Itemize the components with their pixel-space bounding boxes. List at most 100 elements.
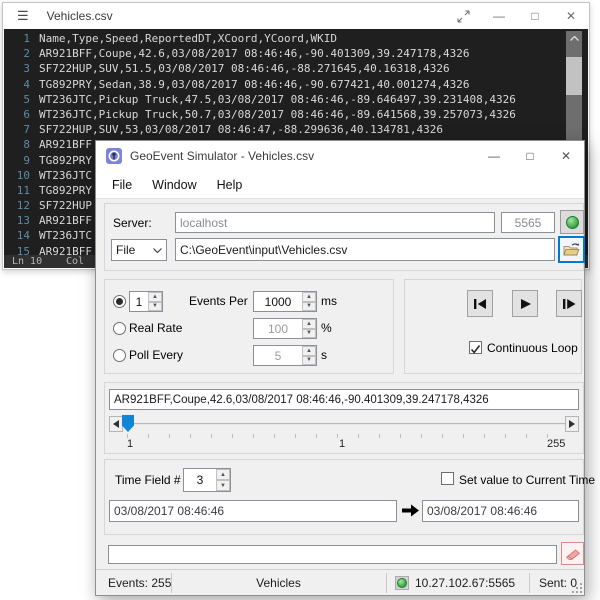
file-path-input[interactable]: C:\GeoEvent\input\Vehicles.csv <box>175 238 555 261</box>
menu-help[interactable]: Help <box>207 171 253 198</box>
events-count-spinner[interactable]: 1 ▲▼ <box>129 291 163 312</box>
spin-down-icon[interactable]: ▼ <box>302 302 316 312</box>
sim-window-controls: — □ ✕ <box>476 141 584 171</box>
server-label: Server: <box>113 216 152 230</box>
spin-down-icon: ▼ <box>302 356 316 366</box>
event-slider-thumb[interactable] <box>122 415 134 432</box>
spin-down-icon[interactable]: ▼ <box>148 302 162 312</box>
editor-window-controls: — □ ✕ <box>445 3 589 29</box>
continuous-loop-checkbox[interactable] <box>469 341 482 354</box>
arrow-right-icon <box>569 420 575 428</box>
play-icon <box>519 298 532 310</box>
geoevent-app-icon <box>106 148 122 164</box>
close-button[interactable]: ✕ <box>548 141 584 171</box>
skip-to-start-icon <box>473 298 487 310</box>
editor-titlebar: ☰ Vehicles.csv — □ ✕ <box>3 3 589 29</box>
event-slider-track[interactable] <box>124 423 565 425</box>
events-per-radio[interactable] <box>113 295 126 308</box>
connection-status-icon <box>566 216 579 229</box>
poll-every-label: Poll Every <box>129 348 183 362</box>
expand-icon[interactable] <box>445 3 481 29</box>
scrollbar-up-icon[interactable] <box>566 31 582 46</box>
desktop: ☰ Vehicles.csv — □ ✕ 1Name,Type,Speed,Re… <box>0 0 600 600</box>
spin-up-icon[interactable]: ▲ <box>148 292 162 302</box>
server-host-input[interactable]: localhost <box>175 212 495 233</box>
arrow-right-icon <box>401 504 420 517</box>
connection-groupbox: Server: localhost 5565 File C:\GeoEvent\… <box>104 203 584 271</box>
menu-file[interactable]: File <box>102 171 142 198</box>
line-indicator: Ln 10 <box>12 255 42 268</box>
editor-title: Vehicles.csv <box>47 9 113 23</box>
code-line: 6WT236JTC,Pickup Truck,50.7,03/08/2017 0… <box>4 107 588 122</box>
checkmark-icon <box>470 344 481 355</box>
step-button[interactable] <box>556 290 582 317</box>
interval-spinner[interactable]: 1000 ▲▼ <box>253 291 317 312</box>
time-field-spinner[interactable]: 3 ▲▼ <box>183 468 231 492</box>
step-forward-icon <box>562 298 576 310</box>
code-line: 7SF722HUP,SUV,53,03/08/2017 08:46:47,-88… <box>4 122 588 137</box>
column-indicator: Col <box>66 255 84 268</box>
spin-up-icon[interactable]: ▲ <box>216 469 230 480</box>
slider-max-label: 255 <box>547 438 565 450</box>
events-per-label: Events Per <box>189 294 248 308</box>
close-button[interactable]: ✕ <box>553 3 589 29</box>
current-time-checkbox[interactable] <box>441 472 454 485</box>
browse-file-button[interactable] <box>558 236 585 263</box>
slider-current-label: 1 <box>339 438 345 450</box>
time-from-field[interactable]: 03/08/2017 08:46:46 <box>109 500 397 522</box>
spin-up-icon[interactable]: ▲ <box>302 292 316 302</box>
events-count: Events: 255 <box>108 576 171 590</box>
menu-window[interactable]: Window <box>142 171 206 198</box>
maximize-button[interactable]: □ <box>517 3 553 29</box>
open-folder-icon <box>563 242 580 257</box>
real-rate-unit-label: % <box>321 321 332 335</box>
slider-left-arrow[interactable] <box>109 416 123 432</box>
scrollbar-thumb[interactable] <box>566 57 582 95</box>
resize-grip[interactable] <box>572 583 582 593</box>
connection-status-icon <box>395 576 409 590</box>
code-line: 1Name,Type,Speed,ReportedDT,XCoord,YCoor… <box>4 31 588 46</box>
rewind-to-start-button[interactable] <box>467 290 493 317</box>
current-event-field[interactable]: AR921BFF,Coupe,42.6,03/08/2017 08:46:46,… <box>109 389 579 410</box>
geoevent-simulator-window: GeoEvent Simulator - Vehicles.csv — □ ✕ … <box>95 140 585 596</box>
time-groupbox: Time Field # 3 ▲▼ Set value to Current T… <box>104 459 584 535</box>
rate-groupbox: 1 ▲▼ Events Per 1000 ▲▼ ms Real Rate 100… <box>104 279 394 374</box>
play-button[interactable] <box>512 290 538 317</box>
eraser-icon <box>565 548 581 560</box>
time-field-label: Time Field # <box>115 473 181 487</box>
spin-down-icon: ▼ <box>302 329 316 339</box>
endpoint-address: 10.27.102.67:5565 <box>415 576 515 590</box>
real-rate-spinner: 100 ▲▼ <box>253 318 317 339</box>
spin-up-icon: ▲ <box>302 346 316 356</box>
simulation-name: Vehicles <box>176 576 381 590</box>
clear-button[interactable] <box>561 542 584 565</box>
chevron-down-icon <box>153 248 162 253</box>
poll-every-radio[interactable] <box>113 349 126 362</box>
minimize-button[interactable]: — <box>476 141 512 171</box>
sim-titlebar: GeoEvent Simulator - Vehicles.csv — □ ✕ <box>96 141 584 171</box>
time-to-field[interactable]: 03/08/2017 08:46:46 <box>422 500 579 522</box>
connect-button[interactable] <box>560 210 584 234</box>
server-port-input[interactable]: 5565 <box>501 212 555 233</box>
playback-groupbox: Continuous Loop <box>404 279 582 374</box>
preview-groupbox: AR921BFF,Coupe,42.6,03/08/2017 08:46:46,… <box>104 382 584 454</box>
spin-up-icon: ▲ <box>302 319 316 329</box>
hamburger-menu-icon[interactable]: ☰ <box>17 8 29 24</box>
arrow-left-icon <box>113 420 119 428</box>
sim-window-title: GeoEvent Simulator - Vehicles.csv <box>130 149 314 163</box>
slider-right-arrow[interactable] <box>565 416 579 432</box>
real-rate-radio[interactable] <box>113 322 126 335</box>
current-time-label: Set value to Current Time <box>459 473 595 487</box>
poll-spinner: 5 ▲▼ <box>253 345 317 366</box>
source-type-dropdown[interactable]: File <box>111 239 167 261</box>
spin-down-icon[interactable]: ▼ <box>216 480 230 491</box>
code-line: 4TG892PRY,Sedan,38.9,03/08/2017 08:46:46… <box>4 77 588 92</box>
maximize-button[interactable]: □ <box>512 141 548 171</box>
continuous-loop-label: Continuous Loop <box>487 341 578 355</box>
poll-unit-label: s <box>321 348 327 362</box>
minimize-button[interactable]: — <box>481 3 517 29</box>
code-line: 5WT236JTC,Pickup Truck,47.5,03/08/2017 0… <box>4 92 588 107</box>
real-rate-label: Real Rate <box>129 321 182 335</box>
diagonal-expand-icon <box>457 10 470 23</box>
slider-ticks <box>127 434 564 438</box>
